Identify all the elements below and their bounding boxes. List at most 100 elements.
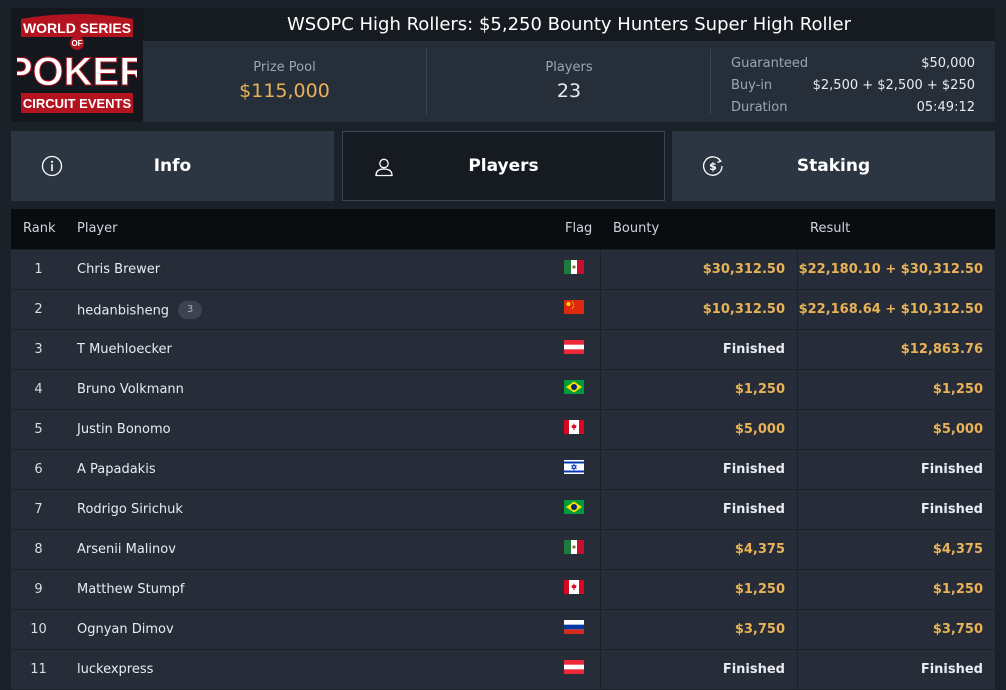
table-row[interactable]: 5 Justin Bonomo $5,000 $5,000 [11, 409, 995, 450]
table-row[interactable]: 7 Rodrigo Sirichuk Finished Finished [11, 489, 995, 530]
rank-cell: 7 [34, 502, 43, 517]
country-flag-icon-br [564, 500, 584, 514]
table-row[interactable]: 11 luckexpress Finished Finished [11, 649, 995, 690]
player-name-cell[interactable]: Arsenii Malinov [77, 542, 176, 557]
rank-cell: 10 [30, 622, 47, 637]
player-name[interactable]: T Muehloecker [77, 342, 172, 357]
players-value: 23 [556, 80, 582, 102]
column-divider [797, 610, 798, 650]
player-name-cell[interactable]: Bruno Volkmann [77, 382, 184, 397]
player-name[interactable]: Bruno Volkmann [77, 382, 184, 397]
player-name-cell[interactable]: Chris Brewer [77, 262, 160, 277]
rank-cell: 11 [30, 662, 47, 677]
guaranteed-label: Guaranteed [731, 55, 809, 71]
bounty-cell: $1,250 [734, 582, 785, 597]
tab-info[interactable]: Info [11, 131, 334, 201]
tournament-title: WSOPC High Rollers: $5,250 Bounty Hunter… [143, 8, 995, 41]
rank-cell: 5 [34, 422, 43, 437]
table-row[interactable]: 1 Chris Brewer $30,312.50 $22,180.10 + $30,… [11, 249, 995, 290]
column-divider [797, 570, 798, 610]
rank-cell: 9 [34, 582, 43, 597]
column-divider [797, 370, 798, 410]
duration-label: Duration [731, 99, 788, 115]
player-count-badge: 3 [178, 301, 203, 319]
player-name-cell[interactable]: Justin Bonomo [77, 422, 171, 437]
bounty-cell: $3,750 [734, 622, 785, 637]
tab-players-label: Players [468, 156, 539, 176]
table-row[interactable]: 8 Arsenii Malinov $4,375 $4,375 [11, 529, 995, 570]
bounty-cell: $30,312.50 [702, 262, 785, 277]
bounty-cell: $5,000 [734, 422, 785, 437]
tournament-tabs: Info Players $ Staking [11, 131, 995, 201]
player-name-cell[interactable]: Ognyan Dimov [77, 622, 174, 637]
column-header-player[interactable]: Player [77, 221, 117, 236]
guaranteed-row: Guaranteed $50,000 [731, 52, 975, 74]
table-row[interactable]: 10 Ognyan Dimov $3,750 $3,750 [11, 609, 995, 650]
column-header-flag[interactable]: Flag [565, 221, 592, 236]
player-name[interactable]: luckexpress [77, 662, 153, 677]
column-divider [797, 450, 798, 490]
tab-staking-label: Staking [796, 156, 871, 176]
bounty-cell: Finished [722, 342, 785, 357]
player-name[interactable]: Justin Bonomo [77, 422, 171, 437]
duration-value: 05:49:12 [916, 99, 975, 115]
column-divider [797, 410, 798, 450]
logo-text-of: OF [71, 39, 82, 48]
player-name-cell[interactable]: hedanbisheng 3 [77, 301, 203, 320]
column-divider [600, 250, 601, 290]
player-name-cell[interactable]: Matthew Stumpf [77, 582, 184, 597]
column-divider [600, 410, 601, 450]
players-label: Players [545, 60, 593, 75]
player-name-cell[interactable]: T Muehloecker [77, 342, 172, 357]
table-row[interactable]: 3 T Muehloecker Finished $12,863.76 [11, 329, 995, 370]
result-cell: $1,250 [932, 582, 983, 597]
country-flag-icon-ca [564, 420, 584, 434]
column-divider [600, 610, 601, 650]
column-divider [600, 370, 601, 410]
player-name[interactable]: Arsenii Malinov [77, 542, 176, 557]
prize-pool-value: $115,000 [239, 80, 330, 102]
player-name[interactable]: Matthew Stumpf [77, 582, 184, 597]
player-name-cell[interactable]: A Papadakis [77, 462, 156, 477]
country-flag-icon-mx [564, 540, 584, 554]
column-divider [600, 530, 601, 570]
player-name[interactable]: Rodrigo Sirichuk [77, 502, 183, 517]
column-divider [600, 650, 601, 690]
wsop-circuit-logo[interactable]: WORLD SERIES OF POKER CIRCUIT EVENTS [11, 8, 143, 122]
column-header-rank[interactable]: Rank [23, 221, 55, 236]
player-name-cell[interactable]: Rodrigo Sirichuk [77, 502, 183, 517]
stats-divider [710, 49, 711, 114]
tab-players[interactable]: Players [342, 131, 665, 201]
tab-staking[interactable]: $ Staking [672, 131, 995, 201]
table-row[interactable]: 4 Bruno Volkmann $1,250 $1,250 [11, 369, 995, 410]
table-row[interactable]: 9 Matthew Stumpf $1,250 $1,250 [11, 569, 995, 610]
player-name[interactable]: A Papadakis [77, 462, 156, 477]
column-header-result[interactable]: Result [810, 221, 850, 236]
tournament-stats-panel: Prize Pool $115,000 Players 23 Guarantee… [143, 41, 995, 122]
bounty-cell: $4,375 [734, 542, 785, 557]
table-row[interactable]: 6 A Papadakis Finished Finished [11, 449, 995, 490]
buyin-value: $2,500 + $2,500 + $250 [812, 77, 975, 93]
table-row[interactable]: 2 hedanbisheng 3 $10,312.50 $22,168.64 + $10… [11, 289, 995, 330]
result-cell: $22,180.10 + $30,312.50 [798, 262, 983, 277]
column-divider [600, 290, 601, 330]
players-table: Rank Player Flag Bounty Result 1 Chris Br… [11, 209, 995, 690]
player-name[interactable]: Chris Brewer [77, 262, 160, 277]
result-cell: $22,168.64 + $10,312.50 [798, 302, 983, 317]
result-cell: $5,000 [932, 422, 983, 437]
player-name[interactable]: Ognyan Dimov [77, 622, 174, 637]
players-stat: Players 23 [427, 41, 711, 122]
country-flag-icon-at [564, 340, 584, 354]
country-flag-icon-ca [564, 580, 584, 594]
country-flag-icon-mx [564, 260, 584, 274]
player-name[interactable]: hedanbisheng [77, 304, 169, 319]
country-flag-icon-at [564, 660, 584, 674]
column-divider [600, 570, 601, 610]
bounty-cell: Finished [722, 462, 785, 477]
tab-info-label: Info [153, 156, 192, 176]
rank-cell: 1 [34, 262, 43, 277]
column-divider [797, 650, 798, 690]
rank-cell: 4 [34, 382, 43, 397]
column-header-bounty[interactable]: Bounty [613, 221, 659, 236]
player-name-cell[interactable]: luckexpress [77, 662, 153, 677]
